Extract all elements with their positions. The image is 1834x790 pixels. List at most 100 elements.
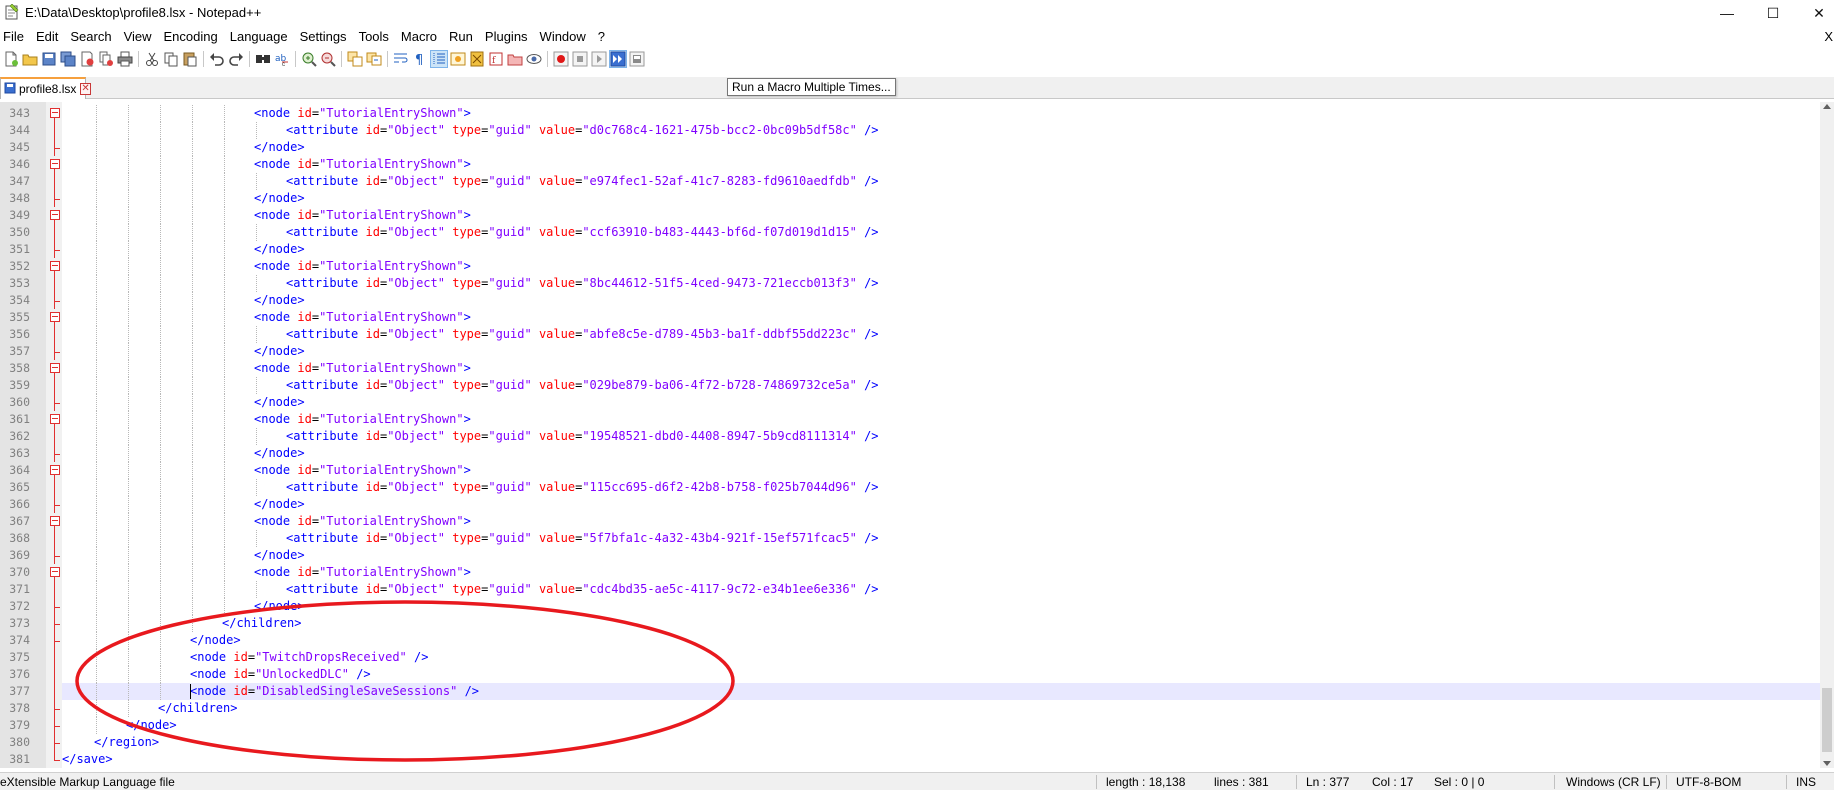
tag-bracket: />	[856, 378, 879, 392]
fold-toggle-icon[interactable]	[50, 465, 60, 475]
close-document-x[interactable]: X	[1824, 27, 1834, 47]
record-macro-icon[interactable]	[552, 50, 570, 68]
code-line[interactable]: </node>	[62, 547, 1820, 564]
code-line[interactable]: <node id="TutorialEntryShown">	[62, 564, 1820, 581]
scroll-down-icon[interactable]	[1823, 761, 1831, 766]
monitoring-icon[interactable]	[525, 50, 543, 68]
menu-search[interactable]: Search	[64, 27, 117, 47]
code-line[interactable]: <node id="TutorialEntryShown">	[62, 207, 1820, 224]
menu-window[interactable]: Window	[534, 27, 592, 47]
fold-toggle-icon[interactable]	[50, 414, 60, 424]
fold-toggle-icon[interactable]	[50, 312, 60, 322]
menu-edit[interactable]: Edit	[30, 27, 64, 47]
tab-profile8[interactable]: profile8.lsx ✕	[0, 77, 91, 99]
code-line[interactable]: <attribute id="Object" type="guid" value…	[62, 326, 1820, 343]
playback-macro-icon[interactable]	[590, 50, 608, 68]
code-line[interactable]: </node>	[62, 292, 1820, 309]
fold-toggle-icon[interactable]	[50, 108, 60, 118]
document-map-icon[interactable]	[468, 50, 486, 68]
cut-icon[interactable]	[143, 50, 161, 68]
fold-toggle-icon[interactable]	[50, 363, 60, 373]
find-icon[interactable]	[254, 50, 272, 68]
code-line[interactable]: <attribute id="Object" type="guid" value…	[62, 428, 1820, 445]
indent-guide-icon[interactable]	[430, 50, 448, 68]
close-window-button[interactable]: ✕	[1796, 0, 1834, 26]
fold-toggle-icon[interactable]	[50, 159, 60, 169]
paste-icon[interactable]	[181, 50, 199, 68]
code-line[interactable]: </node>	[62, 241, 1820, 258]
indent-guide	[224, 309, 225, 326]
zoom-in-icon[interactable]	[300, 50, 318, 68]
code-line[interactable]: <attribute id="Object" type="guid" value…	[62, 173, 1820, 190]
save-icon[interactable]	[40, 50, 58, 68]
code-line[interactable]: <node id="TutorialEntryShown">	[62, 156, 1820, 173]
menu-language[interactable]: Language	[224, 27, 294, 47]
close-all-icon[interactable]	[97, 50, 115, 68]
close-file-icon[interactable]	[78, 50, 96, 68]
fold-toggle-icon[interactable]	[50, 210, 60, 220]
open-file-icon[interactable]	[21, 50, 39, 68]
tab-close-icon[interactable]: ✕	[80, 83, 91, 95]
undo-icon[interactable]	[208, 50, 226, 68]
code-line[interactable]: <node id="TutorialEntryShown">	[62, 513, 1820, 530]
new-file-icon[interactable]	[2, 50, 20, 68]
indent-guide	[192, 343, 193, 360]
fold-margin[interactable]	[46, 102, 62, 768]
fold-toggle-icon[interactable]	[50, 261, 60, 271]
fold-toggle-icon[interactable]	[50, 516, 60, 526]
stop-recording-icon[interactable]	[571, 50, 589, 68]
code-line[interactable]: <attribute id="Object" type="guid" value…	[62, 224, 1820, 241]
attribute-name: id	[297, 259, 312, 273]
tag-name: node	[261, 412, 291, 426]
menu-help[interactable]: ?	[592, 27, 611, 47]
code-line[interactable]: <attribute id="Object" type="guid" value…	[62, 122, 1820, 139]
sync-vertical-icon[interactable]	[346, 50, 364, 68]
code-line[interactable]: <attribute id="Object" type="guid" value…	[62, 377, 1820, 394]
run-macro-multiple-times-icon[interactable]	[609, 50, 627, 68]
save-all-icon[interactable]	[59, 50, 77, 68]
code-line[interactable]: <attribute id="Object" type="guid" value…	[62, 275, 1820, 292]
zoom-out-icon[interactable]	[319, 50, 337, 68]
menu-run[interactable]: Run	[443, 27, 479, 47]
fold-toggle-icon[interactable]	[50, 567, 60, 577]
code-line[interactable]: <node id="TutorialEntryShown">	[62, 360, 1820, 377]
code-line[interactable]: </node>	[62, 496, 1820, 513]
code-line[interactable]: </node>	[62, 445, 1820, 462]
code-line[interactable]: <node id="TutorialEntryShown">	[62, 105, 1820, 122]
redo-icon[interactable]	[227, 50, 245, 68]
scrollbar-thumb[interactable]	[1822, 688, 1832, 752]
code-line[interactable]: <node id="TutorialEntryShown">	[62, 411, 1820, 428]
print-icon[interactable]	[116, 50, 134, 68]
code-line[interactable]: <attribute id="Object" type="guid" value…	[62, 530, 1820, 547]
menu-tools[interactable]: Tools	[353, 27, 395, 47]
function-list-icon[interactable]: f	[487, 50, 505, 68]
copy-icon[interactable]	[162, 50, 180, 68]
menu-plugins[interactable]: Plugins	[479, 27, 534, 47]
fold-end-marker	[54, 504, 60, 506]
menu-file[interactable]: File	[0, 27, 30, 47]
menu-view[interactable]: View	[118, 27, 158, 47]
code-line[interactable]: </node>	[62, 139, 1820, 156]
code-line[interactable]: </node>	[62, 394, 1820, 411]
menu-settings[interactable]: Settings	[294, 27, 353, 47]
code-line[interactable]: </node>	[62, 190, 1820, 207]
show-all-characters-icon[interactable]: ¶	[411, 50, 429, 68]
replace-icon[interactable]: ab c	[273, 50, 291, 68]
word-wrap-icon[interactable]	[392, 50, 410, 68]
save-macro-icon[interactable]	[628, 50, 646, 68]
minimize-button[interactable]: —	[1704, 0, 1750, 26]
menu-macro[interactable]: Macro	[395, 27, 443, 47]
vertical-scrollbar[interactable]	[1820, 102, 1834, 768]
user-defined-language-icon[interactable]	[449, 50, 467, 68]
folder-as-workspace-icon[interactable]	[506, 50, 524, 68]
code-line[interactable]: <attribute id="Object" type="guid" value…	[62, 479, 1820, 496]
menu-encoding[interactable]: Encoding	[158, 27, 224, 47]
sync-horizontal-icon[interactable]	[365, 50, 383, 68]
code-line[interactable]: </node>	[62, 343, 1820, 360]
maximize-button[interactable]: ☐	[1750, 0, 1796, 26]
code-line[interactable]: <node id="TutorialEntryShown">	[62, 258, 1820, 275]
code-line[interactable]: <node id="TutorialEntryShown">	[62, 309, 1820, 326]
scroll-up-icon[interactable]	[1823, 104, 1831, 109]
code-line[interactable]: <node id="TutorialEntryShown">	[62, 462, 1820, 479]
